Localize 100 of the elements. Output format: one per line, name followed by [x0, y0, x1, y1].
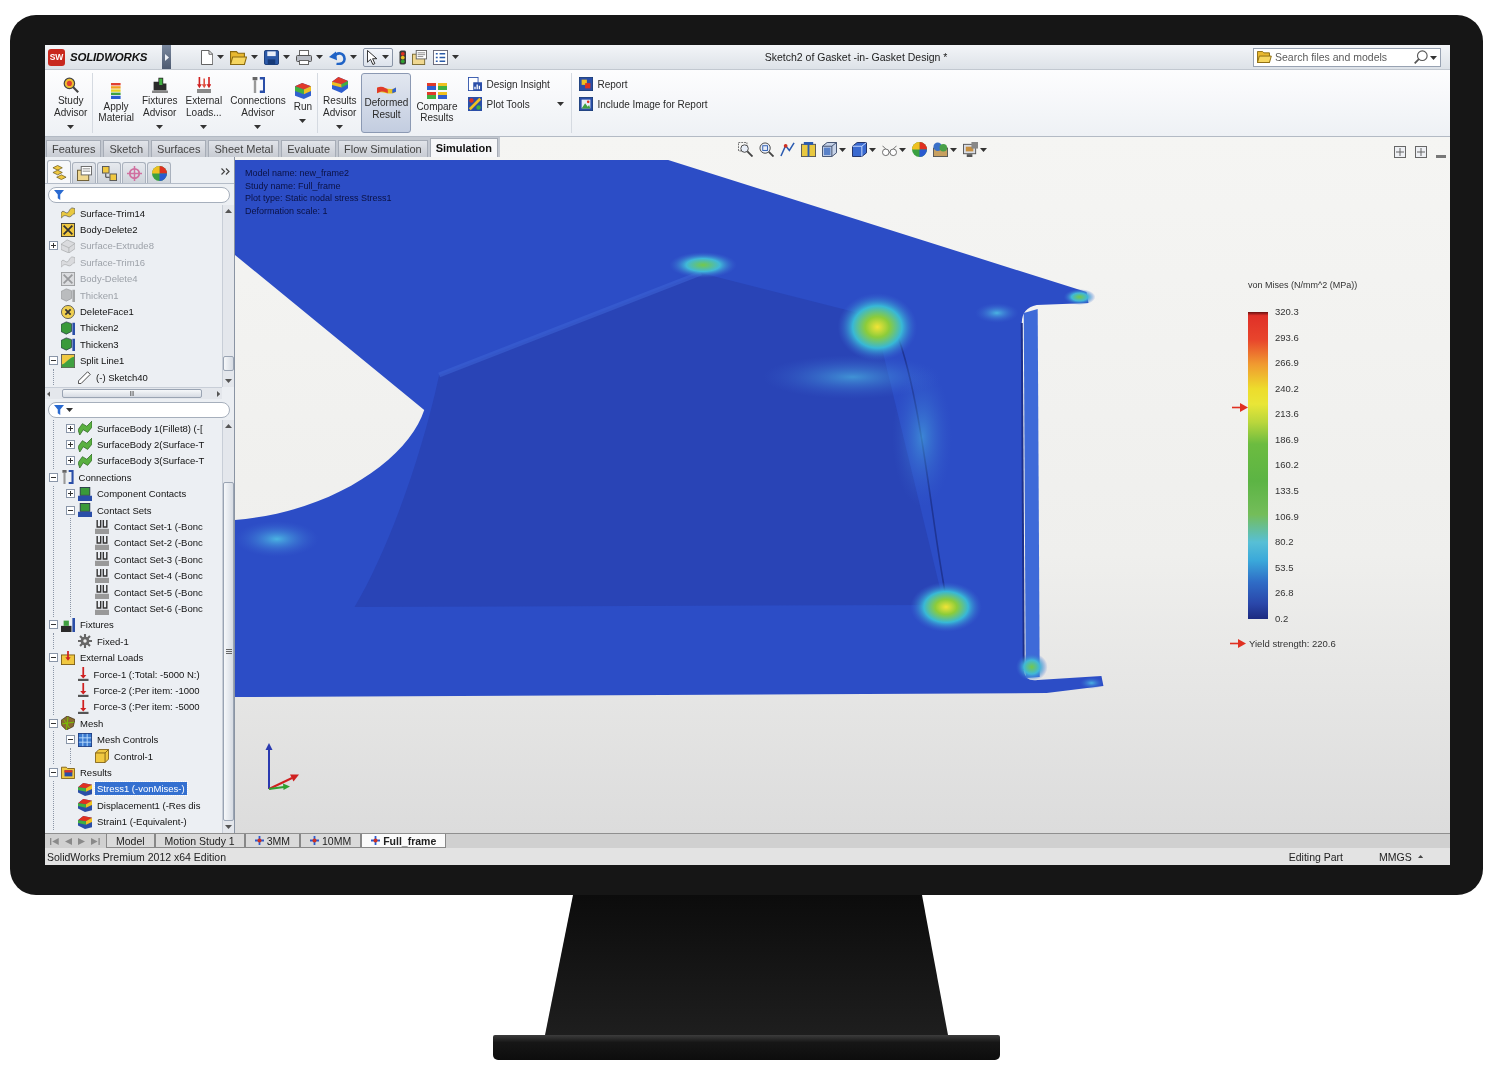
- ribbon-button[interactable]: Report: [576, 76, 710, 92]
- tree-item[interactable]: Fixtures: [78, 618, 116, 632]
- collapse-toggle-icon[interactable]: [49, 356, 58, 366]
- caret-icon[interactable]: [452, 55, 460, 59]
- tree-item[interactable]: (-) Sketch40: [94, 370, 150, 384]
- scroll-thumb[interactable]: [223, 356, 234, 371]
- tab[interactable]: Simulation: [429, 138, 498, 157]
- caret-icon[interactable]: [283, 55, 291, 59]
- search-icon[interactable]: [1414, 50, 1428, 64]
- tree-item[interactable]: Contact Set-5 (-Bonc: [112, 585, 205, 599]
- tree-item[interactable]: Split Line1: [78, 354, 127, 368]
- collapse-toggle-icon[interactable]: [49, 472, 58, 482]
- bottom-tab[interactable]: 3MM: [244, 834, 300, 848]
- caret-icon[interactable]: [950, 147, 957, 152]
- caret-icon[interactable]: [350, 55, 358, 59]
- tree-item[interactable]: Component Contacts: [95, 487, 189, 501]
- caret-icon[interactable]: [251, 55, 259, 59]
- expand-toggle-icon[interactable]: [66, 440, 75, 450]
- collapse-toggle-icon[interactable]: [66, 735, 75, 745]
- tab[interactable]: Features: [46, 140, 102, 157]
- zoom-area-icon[interactable]: [759, 142, 774, 157]
- tree-item[interactable]: External Loads: [78, 651, 146, 665]
- file-properties-icon[interactable]: [412, 49, 428, 65]
- caret-up-icon[interactable]: [1417, 855, 1423, 858]
- bottom-tab[interactable]: Full_frame: [361, 834, 447, 848]
- options-list-icon[interactable]: [433, 49, 449, 65]
- previous-view-icon[interactable]: [780, 142, 795, 157]
- tree-item[interactable]: Mesh Controls: [95, 733, 161, 747]
- tree-item[interactable]: Mesh: [78, 716, 106, 730]
- collapse-toggle-icon[interactable]: [66, 505, 75, 515]
- menu-flyout-button[interactable]: [162, 45, 171, 69]
- arrow-left-icon[interactable]: [47, 390, 51, 397]
- search-field[interactable]: Search files and models: [1253, 47, 1441, 67]
- arrow-down-icon[interactable]: [225, 379, 232, 383]
- tree-item[interactable]: Contact Set-1 (-Bonc: [112, 520, 205, 534]
- tile-view-icon[interactable]: [1394, 146, 1406, 158]
- arrow-right-icon[interactable]: [216, 390, 220, 397]
- tree-item[interactable]: SurfaceBody 2(Surface-T: [95, 438, 207, 452]
- scroll-thumb[interactable]: [62, 389, 203, 398]
- tree-item[interactable]: Strain1 (-Equivalent-): [95, 815, 189, 829]
- expand-toggle-icon[interactable]: [66, 456, 75, 466]
- tree-item[interactable]: Thicken2: [78, 321, 121, 335]
- tab[interactable]: Sketch: [103, 140, 150, 157]
- horizontal-scrollbar[interactable]: [45, 387, 222, 399]
- scene-icon[interactable]: [933, 142, 948, 157]
- tree-item[interactable]: Contact Set-4 (-Bonc: [112, 569, 205, 583]
- arrow-up-icon[interactable]: [225, 209, 232, 213]
- vertical-scrollbar[interactable]: [222, 205, 234, 387]
- panel-tab[interactable]: [47, 160, 71, 183]
- tree-item[interactable]: Contact Sets: [95, 503, 154, 517]
- double-chevron-icon[interactable]: [221, 168, 230, 175]
- tree-item[interactable]: SurfaceBody 3(Surface-T: [95, 454, 207, 468]
- section-view-icon[interactable]: [801, 142, 816, 157]
- ribbon-button[interactable]: Include Image for Report: [576, 96, 710, 112]
- ribbon-button[interactable]: Results Advisor: [320, 73, 360, 133]
- tab[interactable]: Flow Simulation: [338, 140, 428, 157]
- tree-item[interactable]: Contact Set-2 (-Bonc: [112, 536, 205, 550]
- undo-icon[interactable]: [329, 49, 347, 65]
- ribbon-button[interactable]: Compare Results: [413, 73, 461, 133]
- caret-icon[interactable]: [1430, 55, 1437, 60]
- ribbon-button[interactable]: Deformed Result: [361, 73, 412, 133]
- panel-tab[interactable]: [97, 162, 121, 183]
- filter-field[interactable]: [48, 402, 230, 418]
- ribbon-button[interactable]: External Loads...: [182, 73, 226, 133]
- tile-view-icon[interactable]: [1415, 146, 1427, 158]
- traffic-light-icon[interactable]: [398, 49, 407, 65]
- expand-toggle-icon[interactable]: [49, 241, 58, 251]
- tab[interactable]: Evaluate: [281, 140, 336, 157]
- tree-item[interactable]: Connections: [76, 470, 134, 484]
- tree-item[interactable]: Stress1 (-vonMises-): [95, 782, 187, 796]
- expand-toggle-icon[interactable]: [66, 423, 75, 433]
- select-tool-button[interactable]: [363, 47, 393, 67]
- printer-icon[interactable]: [296, 49, 313, 65]
- open-folder-icon[interactable]: [230, 49, 248, 65]
- appearance-sphere-icon[interactable]: [912, 142, 927, 157]
- tree-item[interactable]: Results: [78, 765, 114, 779]
- caret-icon[interactable]: [217, 55, 225, 59]
- caret-icon[interactable]: [980, 147, 987, 152]
- tree-item[interactable]: SurfaceBody 1(Fillet8) (-[: [95, 421, 205, 435]
- tree-item[interactable]: Control-1: [112, 749, 156, 763]
- ribbon-button[interactable]: Fixtures Advisor: [138, 73, 181, 133]
- new-document-icon[interactable]: [201, 49, 214, 65]
- view-settings-icon[interactable]: [963, 142, 978, 157]
- ribbon-button[interactable]: Study Advisor: [51, 73, 91, 133]
- tree-item[interactable]: Surface-Trim14: [78, 206, 148, 220]
- tree-item[interactable]: Force-3 (:Per item: -5000: [91, 700, 202, 714]
- bottom-tab[interactable]: Motion Study 1: [154, 834, 245, 848]
- tree-item[interactable]: Force-1 (:Total: -5000 N:): [91, 667, 202, 681]
- caret-icon[interactable]: [839, 147, 846, 152]
- tree-item[interactable]: Fixed-1: [95, 634, 131, 648]
- ribbon-button[interactable]: Design Insight: [465, 76, 566, 92]
- caret-icon[interactable]: [316, 55, 324, 59]
- tree-item[interactable]: Thicken3: [78, 337, 121, 351]
- ribbon-button[interactable]: Connections Advisor: [227, 73, 289, 133]
- ribbon-button[interactable]: Apply Material: [95, 73, 137, 133]
- bottom-tab[interactable]: Model: [106, 834, 155, 848]
- expand-toggle-icon[interactable]: [66, 489, 75, 499]
- tree-item[interactable]: Contact Set-3 (-Bonc: [112, 552, 205, 566]
- ribbon-button[interactable]: Plot Tools: [465, 96, 566, 112]
- arrow-up-icon[interactable]: [225, 424, 232, 428]
